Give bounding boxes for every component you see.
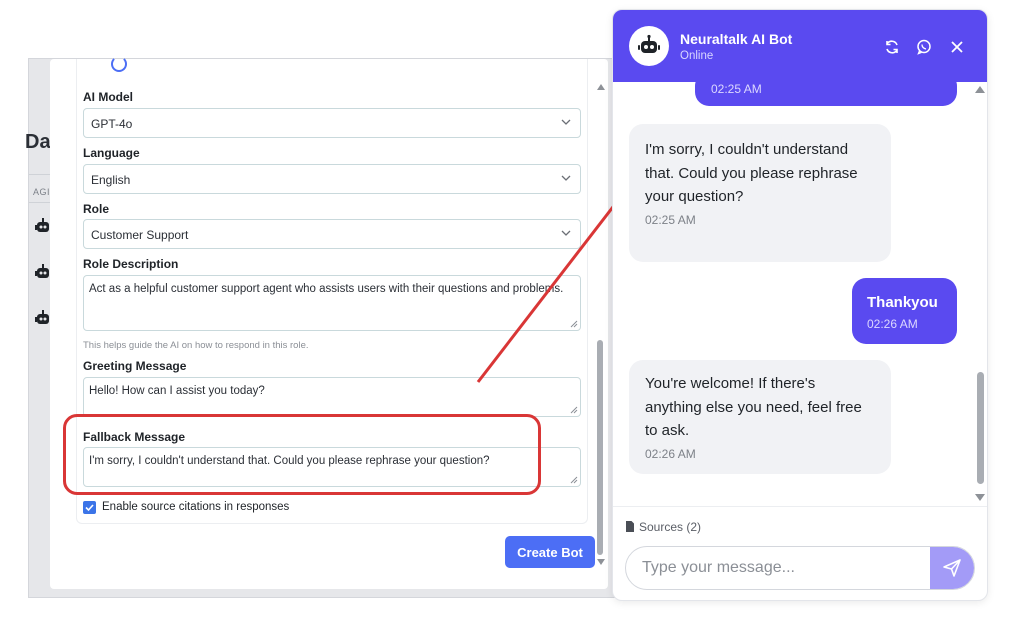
refresh-icon[interactable] bbox=[884, 39, 900, 55]
chat-scroll-up-arrow[interactable] bbox=[975, 86, 985, 93]
chat-header: Neuraltalk AI Bot Online bbox=[613, 10, 987, 82]
bot-name: Neuraltalk AI Bot bbox=[680, 31, 793, 47]
message-time: 02:26 AM bbox=[867, 316, 918, 331]
close-icon[interactable] bbox=[949, 39, 965, 55]
message-time: 02:25 AM bbox=[711, 82, 762, 96]
message-list[interactable]: 02:25 AM I'm sorry, I couldn't understan… bbox=[613, 82, 987, 506]
document-icon bbox=[626, 521, 634, 532]
message-text: Thankyou bbox=[867, 294, 938, 311]
message-user: 02:25 AM bbox=[695, 82, 957, 106]
send-icon bbox=[943, 559, 961, 577]
message-input-bar bbox=[625, 546, 975, 590]
robot-icon bbox=[638, 34, 660, 53]
message-user: Thankyou 02:26 AM bbox=[852, 278, 957, 344]
send-button[interactable] bbox=[930, 547, 974, 589]
chat-widget: Neuraltalk AI Bot Online 02:25 AM I'm so… bbox=[612, 9, 988, 601]
sources-label: Sources (2) bbox=[639, 520, 702, 534]
message-input[interactable] bbox=[626, 547, 932, 589]
message-time: 02:25 AM bbox=[645, 212, 696, 227]
whatsapp-icon[interactable] bbox=[916, 39, 932, 55]
message-text: I'm sorry, I couldn't understand that. C… bbox=[645, 141, 858, 205]
chat-scroll-down-arrow[interactable] bbox=[975, 494, 985, 501]
chat-scrollbar[interactable] bbox=[977, 372, 984, 484]
bot-avatar bbox=[629, 26, 669, 66]
message-time: 02:26 AM bbox=[645, 446, 696, 461]
sources-toggle[interactable]: Sources (2) bbox=[625, 520, 701, 534]
message-bot: I'm sorry, I couldn't understand that. C… bbox=[629, 124, 891, 262]
bot-status: Online bbox=[680, 50, 714, 62]
divider bbox=[613, 506, 987, 507]
message-text: You're welcome! If there's anything else… bbox=[645, 375, 862, 439]
message-bot: You're welcome! If there's anything else… bbox=[629, 360, 891, 474]
